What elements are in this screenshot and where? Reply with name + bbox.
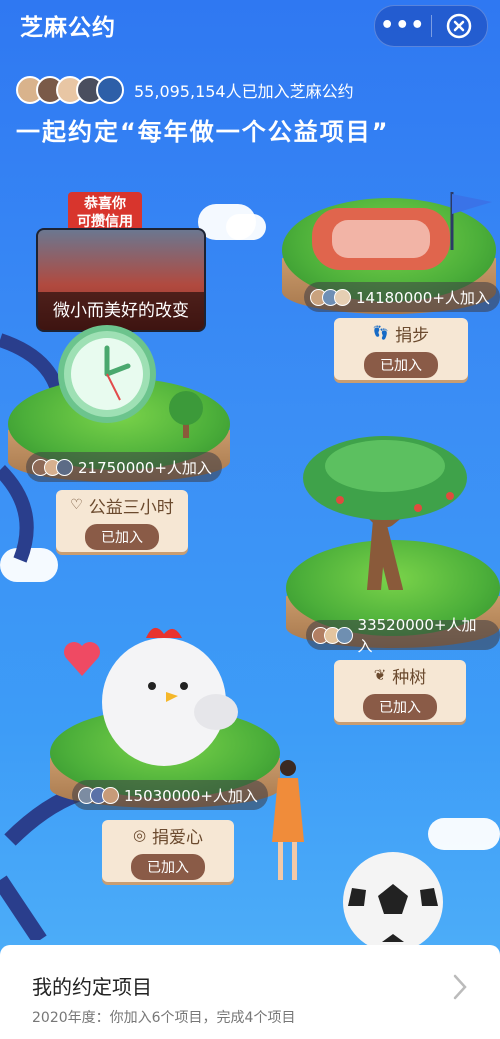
- my-projects-title: 我的约定项目: [32, 975, 152, 999]
- running-track-icon: [312, 208, 450, 270]
- joined-count-text: 55,095,154人已加入芝麻公约: [134, 82, 354, 101]
- avatar: [334, 288, 351, 306]
- egg-heart-icon: ◎: [132, 826, 147, 844]
- girl-figure-icon: [272, 760, 304, 880]
- avatar: [102, 786, 119, 804]
- joined-button[interactable]: 已加入: [363, 693, 437, 720]
- project-count-pill: 33520000+人加入: [306, 616, 500, 655]
- avatar: [96, 76, 124, 104]
- more-dots-icon[interactable]: •••: [375, 6, 431, 46]
- soccer-ball-icon: [343, 852, 443, 950]
- cloud: [428, 818, 500, 850]
- close-circle-icon[interactable]: [431, 13, 487, 39]
- project-count-pill: 15030000+人加入: [72, 780, 268, 810]
- page-title: 芝麻公约: [20, 15, 116, 41]
- chicken-mascot-icon: [102, 627, 238, 766]
- project-sign-zhongshu[interactable]: ❦ 种树 已加入: [334, 660, 466, 722]
- project-sign-gongyi3h[interactable]: ♡ 公益三小时 已加入: [56, 490, 188, 552]
- my-projects-panel[interactable]: 我的约定项目 2020年度：你加入6个项目，完成4个项目: [0, 945, 500, 1039]
- footsteps-icon: 👣: [372, 325, 390, 341]
- heart-balloon-icon: [64, 642, 100, 676]
- joined-button[interactable]: 已加入: [131, 853, 205, 880]
- heart-hand-icon: ♡: [70, 497, 83, 513]
- alarm-clock-icon: [58, 325, 156, 423]
- avatar-group: [16, 76, 124, 104]
- joined-summary: 55,095,154人已加入芝麻公约: [16, 76, 354, 104]
- cloud: [226, 214, 266, 240]
- joined-button[interactable]: 已加入: [364, 351, 438, 378]
- headline: 一起约定“每年做一个公益项目”: [16, 118, 390, 146]
- joined-button[interactable]: 已加入: [85, 523, 159, 550]
- my-projects-subtitle: 2020年度：你加入6个项目，完成4个项目: [32, 1010, 296, 1026]
- chevron-right-icon[interactable]: [452, 973, 468, 1001]
- project-sign-juanaixin[interactable]: ◎ 捐爱心 已加入: [102, 820, 234, 882]
- tree-icon: [169, 391, 203, 438]
- flag-icon: [450, 192, 492, 250]
- mini-program-capsule: •••: [374, 5, 488, 47]
- project-sign-juanbu[interactable]: 👣 捐步 已加入: [334, 318, 468, 380]
- project-count-pill: 14180000+人加入: [304, 282, 500, 312]
- project-count-pill: 21750000+人加入: [26, 452, 222, 482]
- avatar: [56, 458, 73, 476]
- big-tree-icon: [303, 436, 467, 590]
- sprout-icon: ❦: [373, 666, 387, 684]
- avatar: [335, 626, 353, 644]
